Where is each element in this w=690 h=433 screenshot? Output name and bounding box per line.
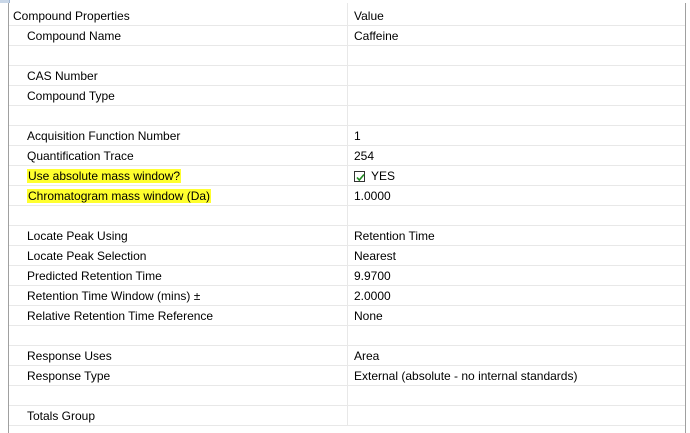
property-value: YES	[371, 169, 396, 183]
row-blank	[9, 386, 685, 406]
row-locate-peak-selection[interactable]: Locate Peak Selection Nearest	[9, 246, 685, 266]
property-value[interactable]: None	[354, 309, 383, 323]
property-value[interactable]: External (absolute - no internal standar…	[354, 369, 577, 383]
row-retention-time-window[interactable]: Retention Time Window (mins) ± 2.0000	[9, 286, 685, 306]
use-absolute-mass-window-checkbox[interactable]	[354, 171, 365, 182]
property-name: Totals Group	[27, 409, 96, 423]
property-name: CAS Number	[27, 69, 98, 83]
row-relative-retention-time-reference[interactable]: Relative Retention Time Reference None	[9, 306, 685, 326]
row-response-type[interactable]: Response Type External (absolute - no in…	[9, 366, 685, 386]
grid-header: Compound Properties Value	[9, 3, 685, 26]
property-name: Locate Peak Using	[27, 229, 128, 243]
row-locate-peak-using[interactable]: Locate Peak Using Retention Time	[9, 226, 685, 246]
row-predicted-retention-time[interactable]: Predicted Retention Time 9.9700	[9, 266, 685, 286]
row-quantification-trace[interactable]: Quantification Trace 254	[9, 146, 685, 166]
property-name: Relative Retention Time Reference	[27, 309, 214, 323]
property-name: Predicted Retention Time	[27, 269, 162, 283]
compound-properties-grid: Compound Properties Value Compound Name …	[8, 3, 686, 433]
row-blank	[9, 106, 685, 126]
property-name: Acquisition Function Number	[27, 129, 181, 143]
property-value[interactable]: 9.9700	[354, 269, 391, 283]
property-name: Retention Time Window (mins) ±	[27, 289, 201, 303]
property-value[interactable]: 254	[354, 149, 374, 163]
row-totals-group[interactable]: Totals Group	[9, 406, 685, 426]
property-value[interactable]: Nearest	[354, 249, 396, 263]
row-compound-type[interactable]: Compound Type	[9, 86, 685, 106]
property-value[interactable]: 1.0000	[354, 189, 391, 203]
row-cas-number[interactable]: CAS Number	[9, 66, 685, 86]
property-name: Compound Type	[27, 89, 115, 103]
row-acquisition-function-number[interactable]: Acquisition Function Number 1	[9, 126, 685, 146]
check-icon	[356, 173, 365, 182]
property-value[interactable]: Retention Time	[354, 229, 435, 243]
property-name: Use absolute mass window?	[27, 169, 182, 183]
property-name: Locate Peak Selection	[27, 249, 147, 263]
row-blank	[9, 326, 685, 346]
property-name: Quantification Trace	[27, 149, 134, 163]
property-value[interactable]: 2.0000	[354, 289, 391, 303]
row-compound-name[interactable]: Compound Name Caffeine	[9, 26, 685, 46]
row-blank	[9, 46, 685, 66]
property-name: Response Type	[27, 369, 111, 383]
property-name: Response Uses	[27, 349, 112, 363]
row-use-absolute-mass-window[interactable]: Use absolute mass window? YES	[9, 166, 685, 186]
property-value[interactable]: Area	[354, 349, 379, 363]
header-property[interactable]: Compound Properties	[9, 3, 347, 25]
property-name: Chromatogram mass window (Da)	[27, 189, 212, 203]
property-value[interactable]: 1	[354, 129, 361, 143]
header-value[interactable]: Value	[347, 3, 685, 25]
row-chromatogram-mass-window[interactable]: Chromatogram mass window (Da) 1.0000	[9, 186, 685, 206]
property-value[interactable]: Caffeine	[354, 29, 398, 43]
row-blank	[9, 206, 685, 226]
property-name: Compound Name	[27, 29, 122, 43]
row-response-uses[interactable]: Response Uses Area	[9, 346, 685, 366]
